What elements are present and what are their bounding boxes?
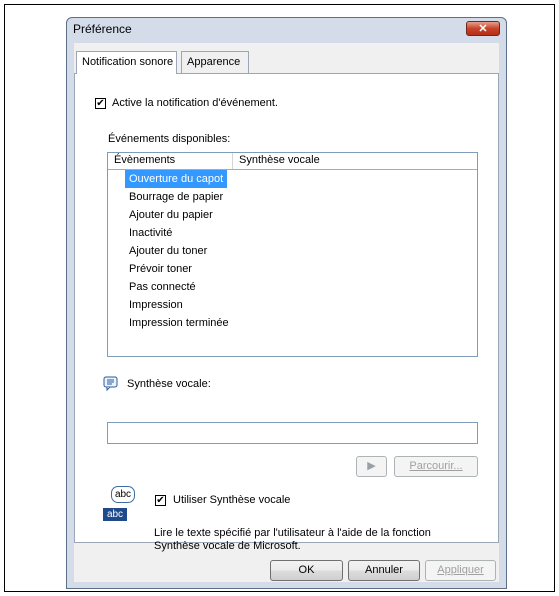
speech-icon-top-text: abc [111, 486, 135, 503]
ok-label: OK [298, 564, 315, 576]
tab-label: Notification sonore [82, 56, 174, 68]
list-item[interactable]: Inactivité [125, 224, 176, 242]
play-icon: ▶ [367, 460, 376, 472]
cancel-button[interactable]: Annuler [348, 560, 420, 581]
list-item[interactable]: Ajouter du papier [125, 206, 217, 224]
list-item[interactable]: Impression terminée [125, 314, 233, 332]
list-item[interactable]: Pas connecté [125, 278, 200, 296]
activate-notification-checkbox[interactable]: ✔ [95, 98, 106, 109]
speech-bubble-icon [103, 376, 119, 395]
list-item[interactable]: Bourrage de papier [125, 188, 227, 206]
tab-panel: ✔ Active la notification d'événement. Év… [74, 73, 499, 552]
column-header-label: Évènements [114, 154, 176, 166]
apply-label: Appliquer [437, 564, 484, 576]
column-header-events[interactable]: Évènements [108, 153, 233, 169]
apply-button[interactable]: Appliquer [425, 560, 496, 581]
column-header-label: Synthèse vocale [239, 154, 320, 166]
browse-label: Parcourir... [409, 460, 463, 472]
column-header-speech[interactable]: Synthèse vocale [233, 153, 477, 169]
speech-icon-bottom-text: abc [103, 508, 127, 521]
speech-text-input[interactable] [107, 422, 478, 444]
use-speech-checkbox[interactable]: ✔ [155, 495, 166, 506]
dialog-title: Préférence [73, 22, 132, 36]
list-item[interactable]: Prévoir toner [125, 260, 196, 278]
screenshot-frame: Préférence ✕ Notification sonore Apparen… [4, 4, 555, 592]
events-listview[interactable]: Évènements Synthèse vocale Ouverture du … [107, 152, 478, 357]
tab-label: Apparence [187, 56, 241, 68]
list-item[interactable]: Impression [125, 296, 187, 314]
close-button[interactable]: ✕ [466, 21, 500, 36]
listview-header: Évènements Synthèse vocale [108, 153, 477, 170]
dialog-client-area: Notification sonore Apparence ✔ Active l… [74, 43, 499, 582]
preference-dialog: Préférence ✕ Notification sonore Apparen… [66, 17, 507, 589]
ok-button[interactable]: OK [270, 560, 343, 581]
events-section-label: Événements disponibles: [108, 133, 231, 145]
speech-description-line2: Synthèse vocale de Microsoft. [154, 540, 301, 552]
tab-notification-sonore[interactable]: Notification sonore [76, 51, 177, 74]
list-item-selected[interactable]: Ouverture du capot [125, 170, 228, 188]
close-icon: ✕ [478, 23, 488, 35]
browse-button[interactable]: Parcourir... [394, 456, 478, 477]
activate-notification-label: Active la notification d'événement. [112, 97, 278, 109]
title-bar: Préférence ✕ [67, 18, 506, 39]
cancel-label: Annuler [365, 564, 403, 576]
tab-apparence[interactable]: Apparence [181, 51, 249, 73]
speech-description-line1: Lire le texte spécifié par l'utilisateur… [154, 527, 431, 539]
list-item[interactable]: Ajouter du toner [125, 242, 211, 260]
play-button[interactable]: ▶ [356, 456, 387, 477]
use-speech-label: Utiliser Synthèse vocale [173, 494, 291, 506]
speech-label: Synthèse vocale: [127, 378, 211, 390]
text-to-speech-icon: abc abc [103, 486, 141, 522]
